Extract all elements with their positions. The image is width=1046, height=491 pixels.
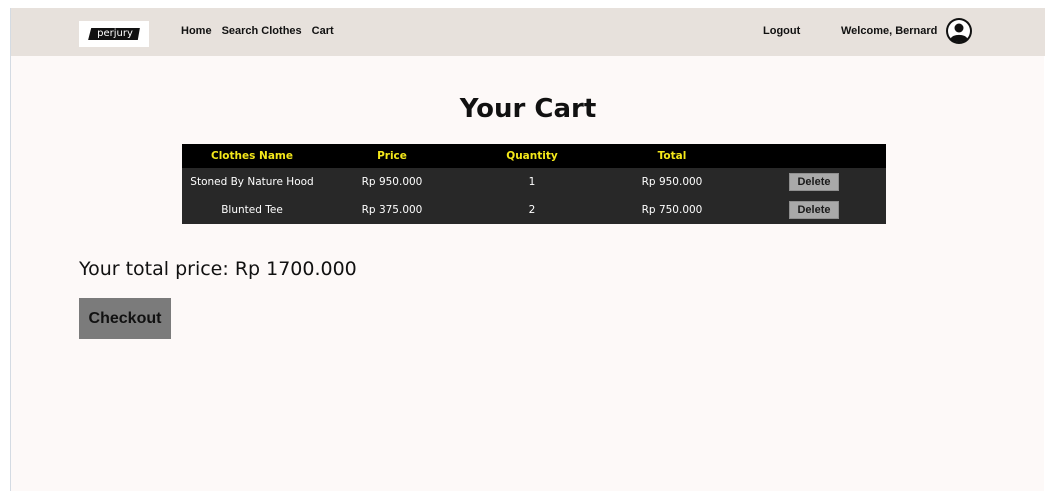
app-frame: perjury Home Search Clothes Cart Logout … [10, 8, 1045, 491]
nav-cart-link[interactable]: Cart [312, 24, 334, 38]
cell-price: Rp 375.000 [322, 196, 462, 224]
cell-quantity: 1 [462, 168, 602, 196]
cell-action: Delete [742, 168, 886, 196]
table-header-row: Clothes Name Price Quantity Total [182, 144, 886, 168]
cell-total: Rp 950.000 [602, 168, 742, 196]
nav-search-clothes-link[interactable]: Search Clothes [222, 24, 302, 38]
checkout-button[interactable]: Checkout [79, 298, 171, 339]
brand-logo-text: perjury [88, 28, 140, 40]
delete-button[interactable]: Delete [789, 173, 839, 191]
total-price-text: Your total price: Rp 1700.000 [79, 258, 357, 280]
cell-clothes-name: Stoned By Nature Hood [182, 168, 322, 196]
nav-links: Home Search Clothes Cart [181, 24, 334, 38]
page-title: Your Cart [459, 94, 597, 124]
column-header-action [742, 144, 886, 168]
column-header-price: Price [322, 144, 462, 168]
nav-home-link[interactable]: Home [181, 24, 212, 38]
user-circle-icon[interactable] [945, 17, 973, 45]
navbar: perjury Home Search Clothes Cart Logout … [11, 8, 1045, 56]
brand-logo[interactable]: perjury [79, 21, 149, 47]
cell-quantity: 2 [462, 196, 602, 224]
cell-total: Rp 750.000 [602, 196, 742, 224]
column-header-total: Total [602, 144, 742, 168]
cell-price: Rp 950.000 [322, 168, 462, 196]
cell-clothes-name: Blunted Tee [182, 196, 322, 224]
cell-action: Delete [742, 196, 886, 224]
column-header-quantity: Quantity [462, 144, 602, 168]
column-header-clothes-name: Clothes Name [182, 144, 322, 168]
logout-link[interactable]: Logout [763, 24, 800, 38]
welcome-text: Welcome, Bernard [841, 25, 938, 37]
delete-button[interactable]: Delete [789, 201, 839, 219]
cart-table: Clothes Name Price Quantity Total Stoned… [182, 144, 886, 224]
table-row: Blunted Tee Rp 375.000 2 Rp 750.000 Dele… [182, 196, 886, 224]
table-row: Stoned By Nature Hood Rp 950.000 1 Rp 95… [182, 168, 886, 196]
